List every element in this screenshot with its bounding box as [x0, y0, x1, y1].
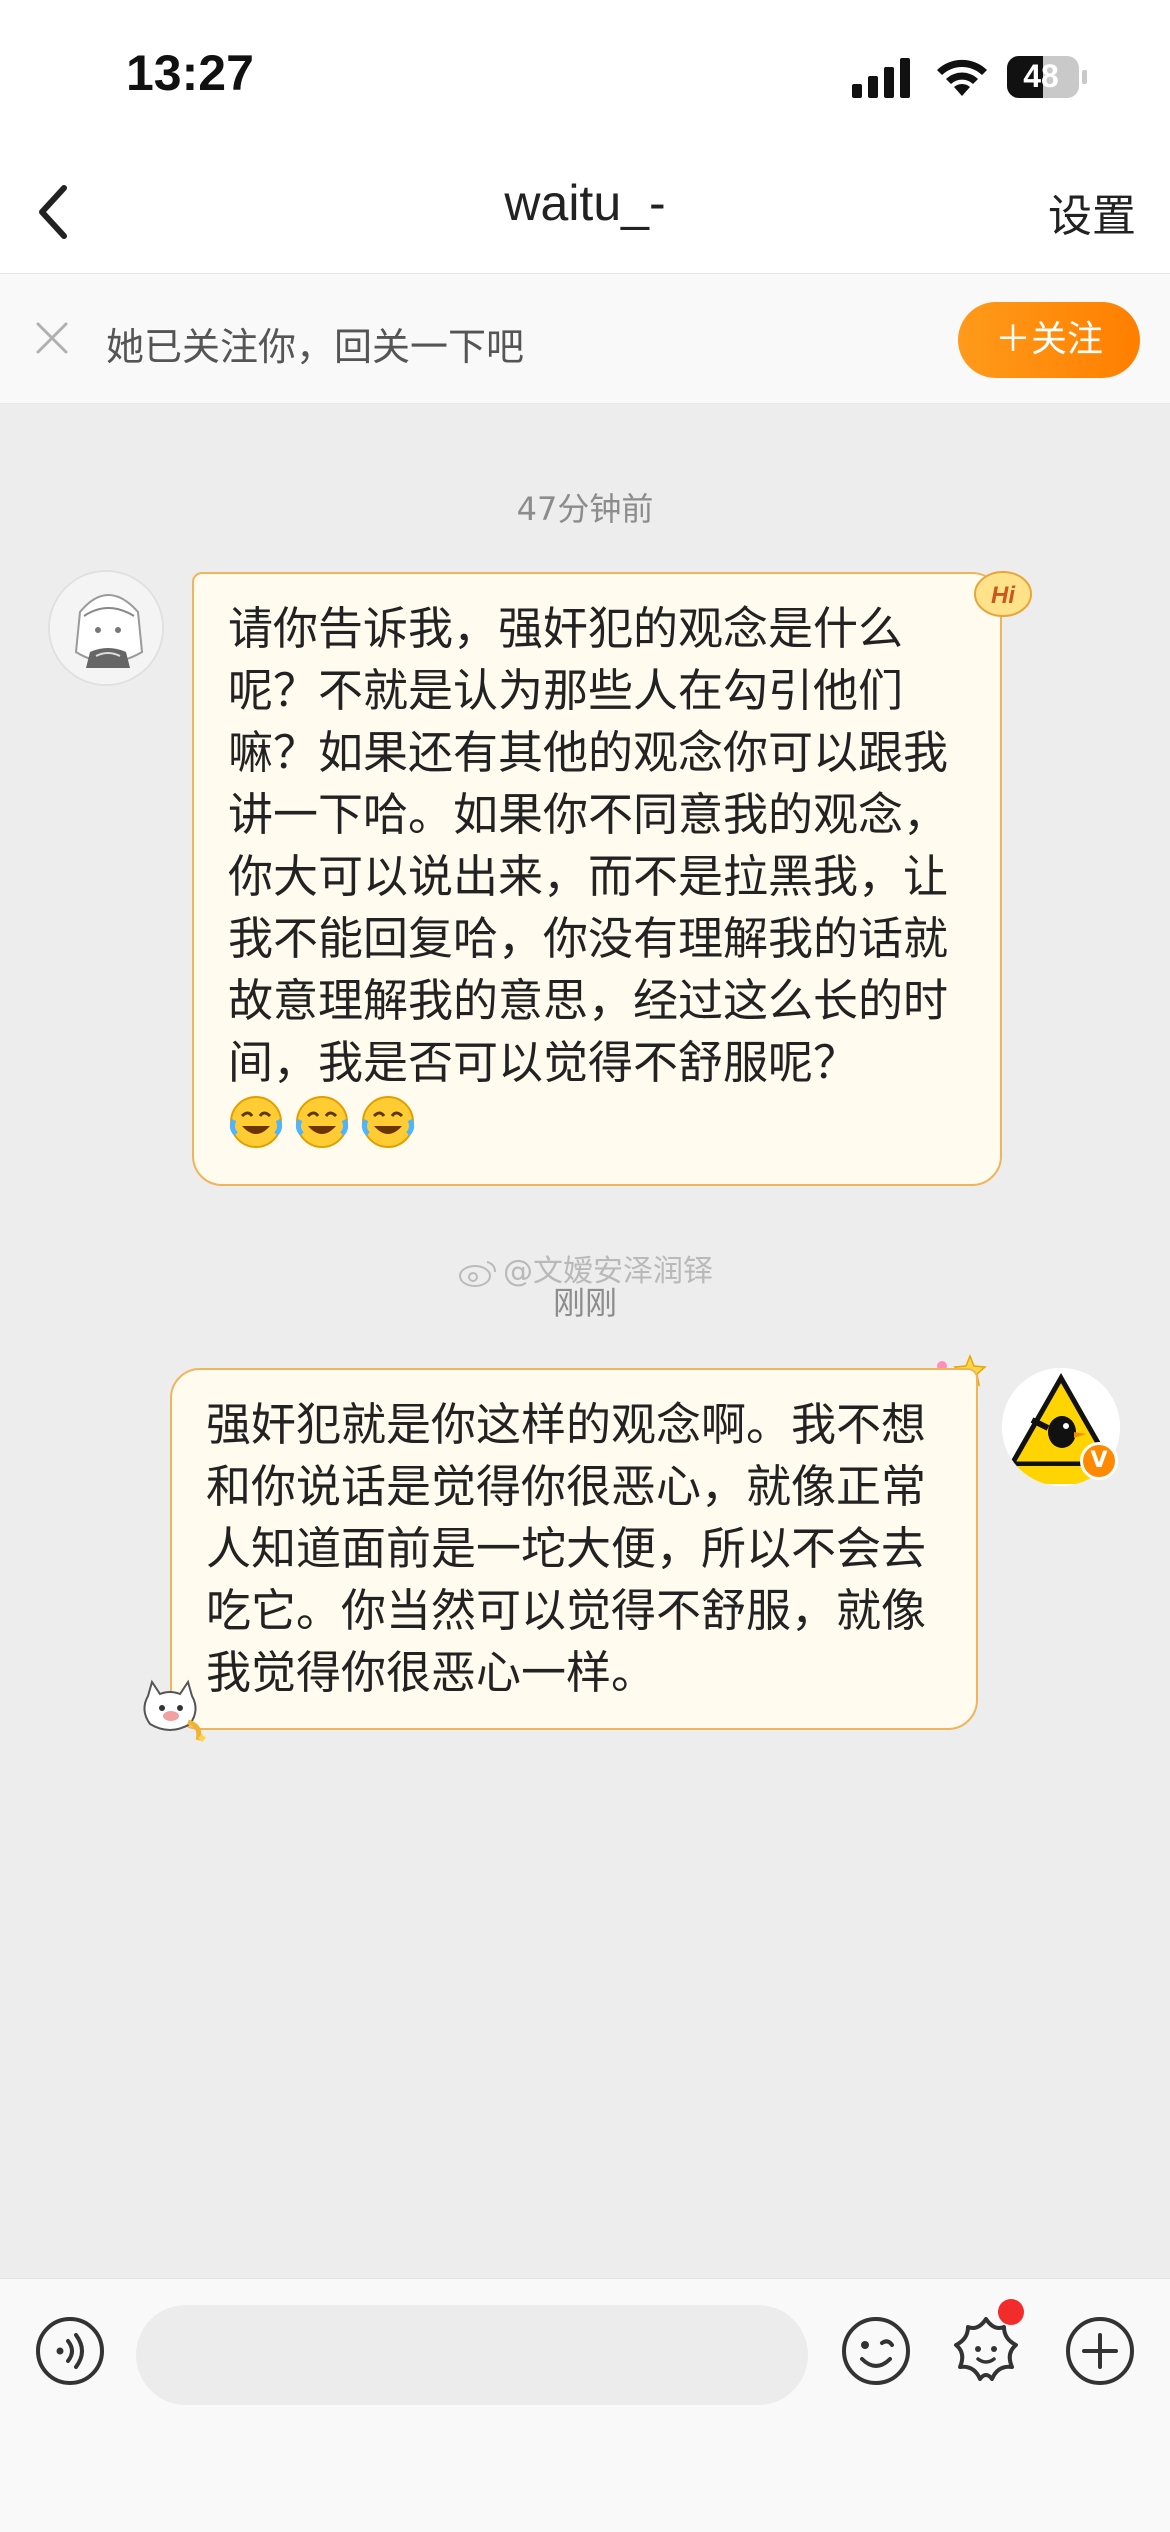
plus-icon[interactable] — [1064, 2315, 1136, 2387]
battery-level: 48 — [1023, 58, 1059, 94]
hi-sticker-icon: Hi — [974, 571, 1032, 617]
notification-dot — [998, 2299, 1024, 2325]
status-time: 13:27 — [126, 45, 254, 101]
follow-button[interactable]: ＋关注 — [958, 302, 1140, 378]
message-text: 请你告诉我，强奸犯的观念是什么呢？不就是认为那些人在勾引他们嘛？如果还有其他的观… — [228, 602, 949, 1089]
laugh-cry-emoji-icon — [295, 1096, 349, 1148]
emoji-icon[interactable] — [840, 2315, 912, 2387]
voice-input-icon[interactable] — [34, 2315, 106, 2387]
cat-sticker-icon — [143, 1679, 206, 1742]
close-icon[interactable] — [32, 318, 72, 358]
contact-avatar[interactable] — [48, 570, 164, 686]
anime-girl-avatar-icon — [50, 572, 162, 684]
emoji-row — [228, 1094, 970, 1156]
message-timestamp: 47分钟前 — [516, 490, 654, 528]
message-input-bar — [0, 2278, 1170, 2532]
wifi-icon — [937, 59, 987, 96]
chat-title: waitu_- — [504, 175, 666, 231]
cellular-signal-icon — [852, 58, 910, 98]
svg-text:Hi: Hi — [991, 582, 1016, 609]
outgoing-message-bubble[interactable]: 强奸犯就是你这样的观念啊。我不想和你说话是觉得你很恶心，就像正常人知道面前是一坨… — [170, 1368, 978, 1730]
message-timestamp: 刚刚 — [552, 1284, 617, 1322]
message-input[interactable] — [136, 2305, 808, 2405]
status-bar: 13:27 48 — [0, 0, 1170, 150]
laugh-cry-emoji-icon — [361, 1096, 415, 1148]
follow-back-banner: 她已关注你，回关一下吧 ＋关注 — [0, 274, 1170, 404]
follow-back-text: 她已关注你，回关一下吧 — [106, 325, 525, 369]
incoming-message-bubble[interactable]: 请你告诉我，强奸犯的观念是什么呢？不就是认为那些人在勾引他们嘛？如果还有其他的观… — [192, 572, 1002, 1186]
settings-button[interactable]: 设置 — [1048, 180, 1136, 244]
laugh-cry-emoji-icon — [229, 1096, 283, 1148]
message-text: 强奸犯就是你这样的观念啊。我不想和你说话是觉得你很恶心，就像正常人知道面前是一坨… — [206, 1398, 927, 1699]
nav-bar: waitu_- 设置 — [0, 150, 1170, 274]
verified-badge: V — [1080, 1442, 1118, 1480]
